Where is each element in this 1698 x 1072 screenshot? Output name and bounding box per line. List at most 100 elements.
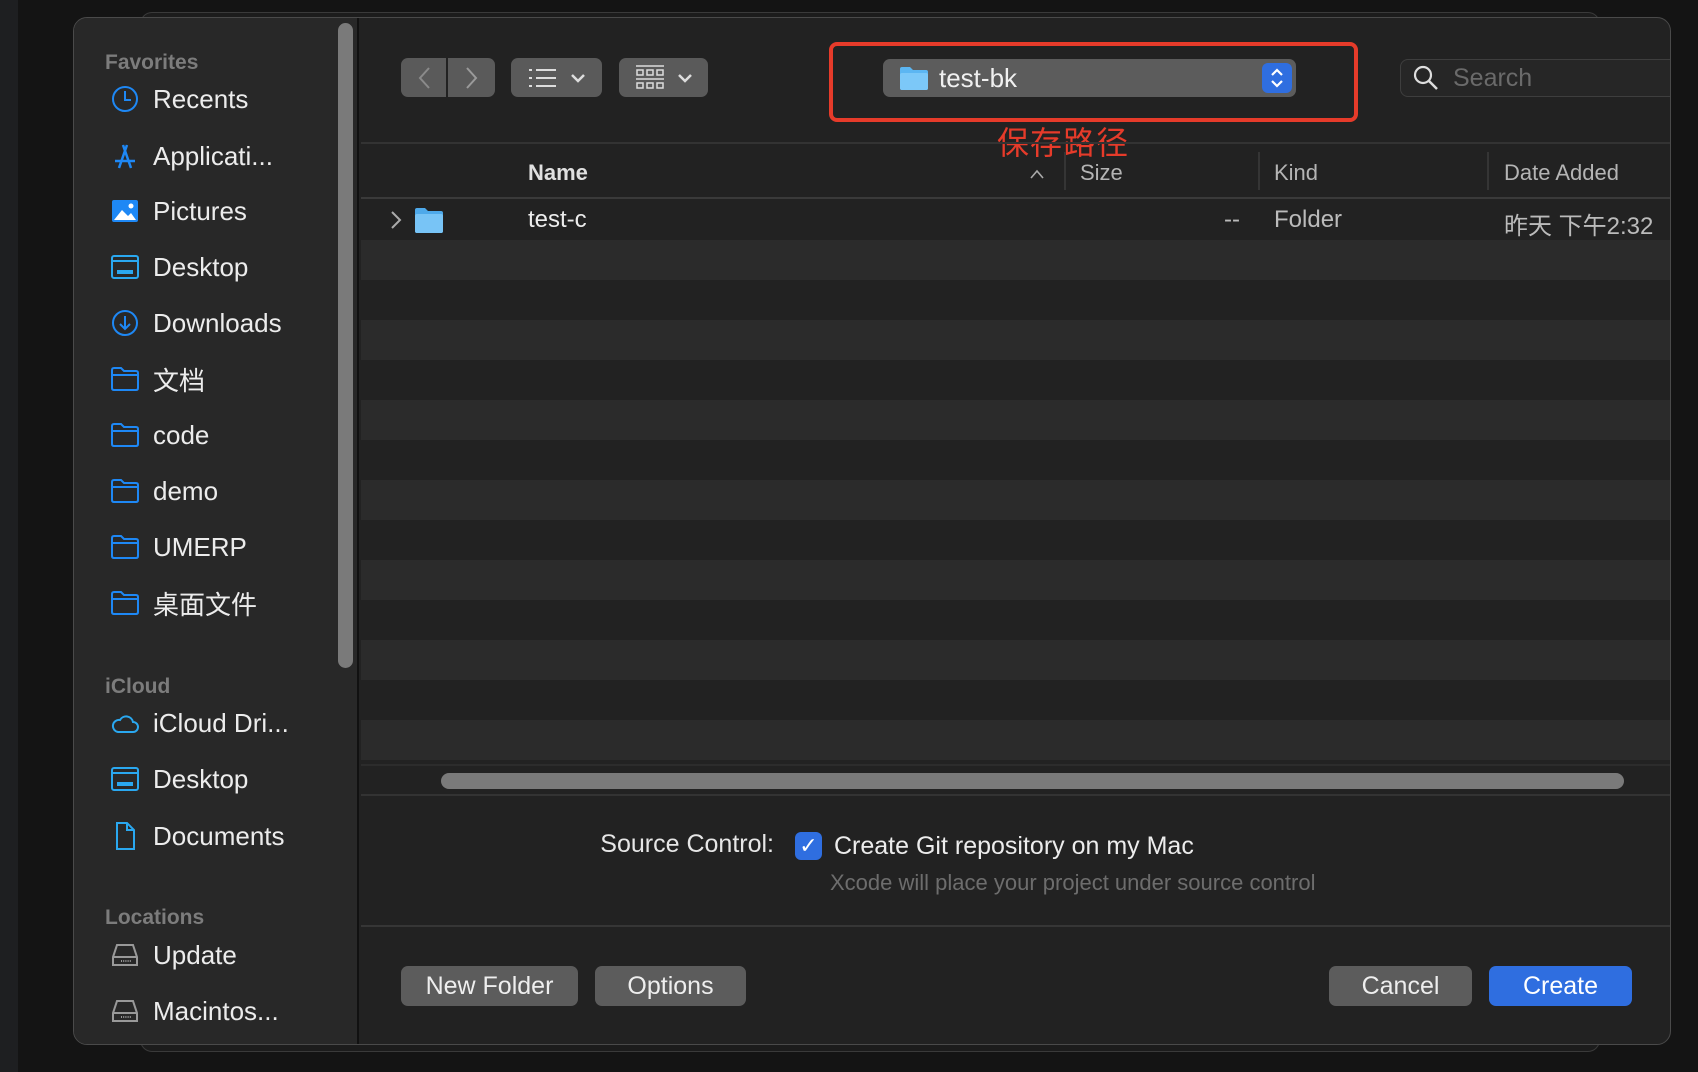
checkmark-icon: ✓ [799,833,818,858]
sidebar-item[interactable]: Macintos... [110,991,279,1031]
sidebar-item[interactable]: Downloads [110,303,282,343]
search-input[interactable]: Search [1400,59,1670,97]
sidebar-item[interactable]: Pictures [110,191,247,231]
folder-icon [111,367,139,391]
sidebar-item[interactable]: Desktop [110,247,248,287]
desktop-icon [111,767,139,791]
clock-icon [112,86,138,112]
sidebar-item[interactable]: Applicati... [110,136,273,176]
divider [361,794,1670,796]
drive-icon [112,944,138,966]
sidebar-section-title: Favorites [105,51,199,74]
desktop-icon [111,255,139,279]
sidebar-item[interactable]: Update [110,935,237,975]
table-row[interactable]: test-c -- Folder 昨天 下午2:32 [361,200,1670,240]
git-repo-checkbox-label[interactable]: Create Git repository on my Mac [834,832,1194,861]
options-button[interactable]: Options [595,966,746,1006]
column-divider[interactable] [1258,152,1260,190]
empty-row [361,280,1670,320]
column-divider[interactable] [1064,152,1066,190]
sidebar-item[interactable]: Desktop [110,759,248,799]
empty-row [361,720,1670,760]
source-control-hint: Xcode will place your project under sour… [830,870,1316,895]
sidebar-item-label: code [153,419,210,450]
file-size: -- [1224,206,1240,233]
sidebar-item[interactable]: iCloud Dri... [110,703,289,743]
sidebar-item[interactable]: 桌面文件 [110,583,257,623]
sidebar-item-label: 桌面文件 [153,589,258,620]
sidebar-item[interactable]: demo [110,471,218,511]
column-size[interactable]: Size [1080,160,1123,186]
column-divider[interactable] [1487,152,1489,190]
sidebar-item-label: Downloads [153,307,282,338]
sidebar-item[interactable]: UMERP [110,527,247,567]
folder-icon [111,535,139,559]
main-pane: test-bk 保存路径 Search Name Size Kind Date … [361,18,1670,1044]
chevron-down-icon [570,73,585,83]
horizontal-scrollbar[interactable] [441,773,1624,789]
sidebar-item[interactable]: code [110,415,209,455]
folder-icon [111,423,139,447]
sidebar-item-label: iCloud Dri... [153,707,289,738]
chevron-right-icon [465,66,477,89]
chevron-left-icon [418,66,430,89]
pictures-icon [112,200,138,222]
disclosure-chevron-icon[interactable] [390,210,402,230]
path-popup[interactable]: test-bk [883,59,1296,97]
search-icon [1413,65,1438,90]
new-folder-button[interactable]: New Folder [401,966,578,1006]
path-label: test-bk [939,62,1018,93]
divider [361,925,1670,927]
folder-icon [415,208,443,233]
grid-view-button[interactable] [619,58,708,97]
sidebar-item[interactable]: Documents [110,816,285,856]
list-view-button[interactable] [511,58,602,97]
save-dialog: Favorites Recents Applicati... Pictures Desk… [73,17,1671,1045]
divider [361,764,1670,766]
create-button[interactable]: Create [1489,966,1632,1006]
sidebar-section-title: iCloud [105,675,171,698]
empty-row [361,640,1670,680]
path-stepper[interactable] [1262,63,1292,93]
sidebar-item[interactable]: 文档 [110,359,205,399]
sidebar-scrollbar[interactable] [338,23,353,668]
column-name[interactable]: Name [528,160,588,186]
sidebar-item[interactable]: Recents [110,79,248,119]
sidebar-item-label: UMERP [153,531,247,562]
search-placeholder: Search [1453,63,1533,92]
up-down-chevron-icon [1271,68,1283,88]
empty-row [361,480,1670,520]
column-kind[interactable]: Kind [1274,160,1318,186]
folder-icon [111,591,139,615]
sidebar-item-label: 文档 [153,365,206,396]
sidebar-item-label: Pictures [153,195,247,226]
file-kind: Folder [1274,206,1343,233]
sidebar-item-label: Update [153,939,237,970]
empty-row [361,360,1670,400]
source-control-label: Source Control: [600,830,774,858]
sidebar-item-label: Documents [153,820,285,851]
file-list: test-c -- Folder 昨天 下午2:32 [361,200,1670,792]
folder-icon [900,67,928,90]
file-date-added: 昨天 下午2:32 [1504,213,1654,240]
column-header: Name Size Kind Date Added [361,142,1670,199]
forward-button[interactable] [448,58,495,97]
chevron-down-icon [677,73,692,83]
sidebar-item-label: demo [153,475,219,506]
background-edge [0,0,18,1072]
sidebar: Favorites Recents Applicati... Pictures Desk… [74,18,359,1044]
applications-icon [115,144,135,169]
folder-icon [111,479,139,503]
grid-icon [635,64,664,89]
column-date-added[interactable]: Date Added [1504,160,1619,186]
git-repo-checkbox[interactable]: ✓ [795,832,822,860]
back-button[interactable] [401,58,446,97]
document-icon [116,822,135,850]
empty-row [361,560,1670,600]
empty-row [361,440,1670,480]
cancel-button[interactable]: Cancel [1329,966,1472,1006]
sidebar-section-title: Locations [105,906,205,929]
empty-row [361,600,1670,640]
sidebar-item-label: Recents [153,83,249,114]
empty-row [361,680,1670,720]
